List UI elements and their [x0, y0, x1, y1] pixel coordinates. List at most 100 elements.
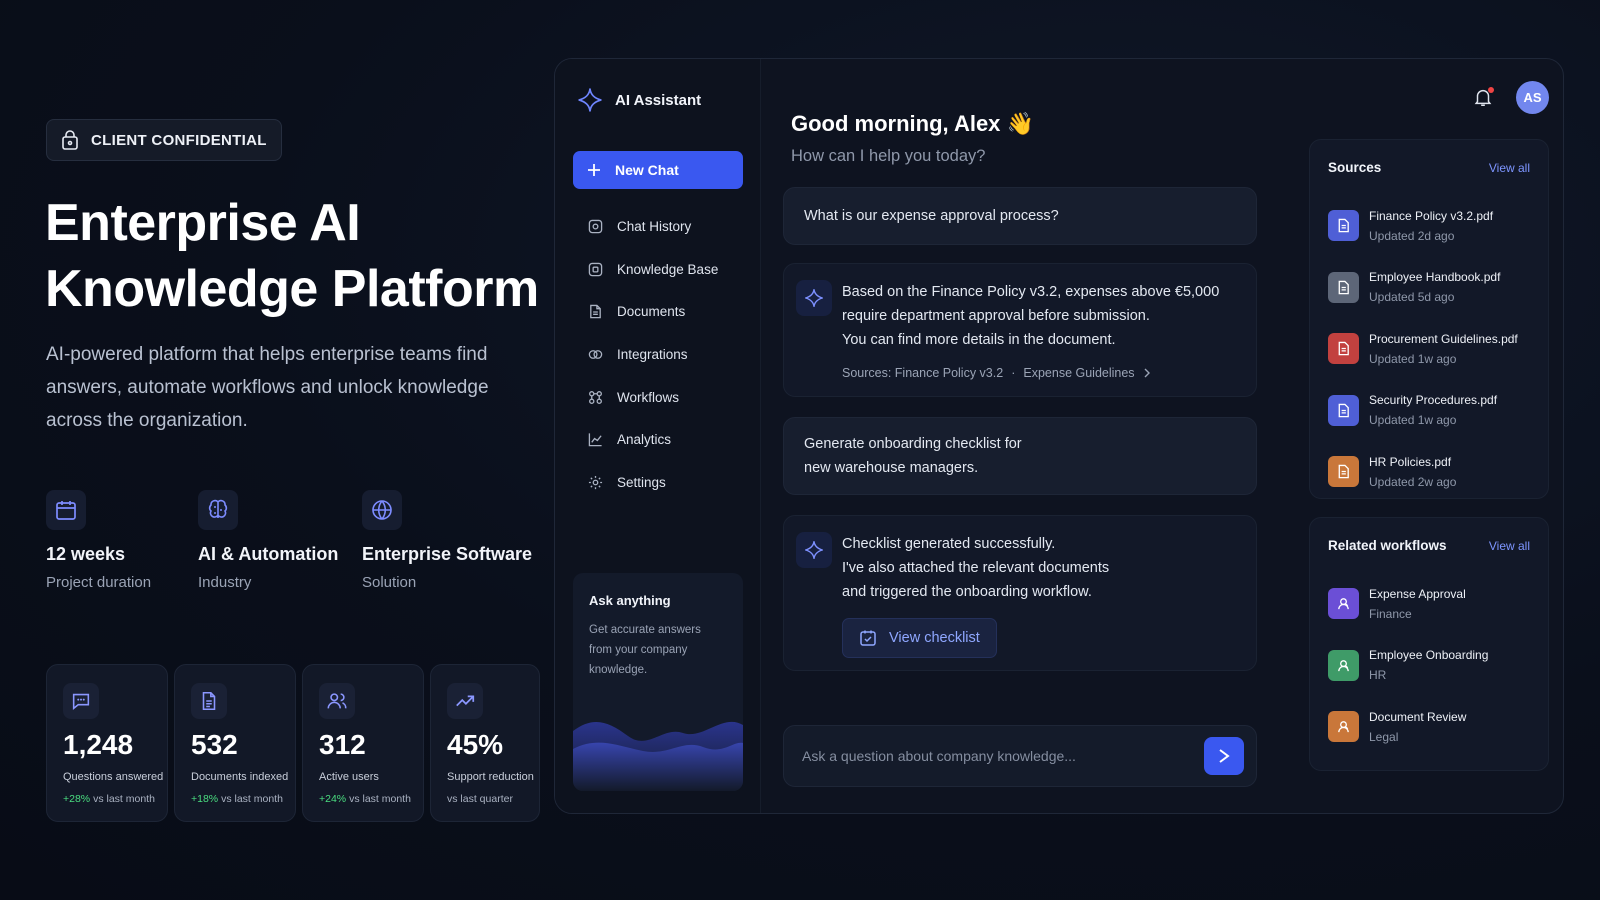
avatar[interactable]: AS	[1516, 81, 1549, 114]
integrations-icon	[588, 347, 603, 362]
workflow-item[interactable]: Document Review Legal	[1328, 696, 1530, 758]
document-icon	[588, 304, 603, 319]
source-file-item[interactable]: Employee Handbook.pdf Updated 5d ago	[1328, 257, 1530, 319]
sparkle-icon	[577, 87, 603, 113]
fact-value: AI & Automation	[198, 544, 339, 564]
fact-label: Project duration	[46, 574, 152, 591]
new-chat-label: New Chat	[615, 162, 679, 178]
notification-dot	[1488, 86, 1494, 93]
project-facts: 12 weeks Project duration AI & Automatio…	[46, 490, 542, 591]
sidebar-item-label: Knowledge Base	[617, 261, 719, 277]
source-file-item[interactable]: Security Procedures.pdf Updated 1w ago	[1328, 380, 1530, 442]
chevron-right-icon	[1143, 368, 1151, 378]
message-line: I've also attached the relevant document…	[842, 560, 1110, 576]
sidebar-item-analytics[interactable]: Analytics	[573, 418, 743, 461]
workflow-icon	[588, 390, 603, 405]
ask-anything-card: Ask anything Get accurate answers from y…	[573, 573, 743, 791]
view-checklist-label: View checklist	[889, 630, 980, 646]
user-message: Generate onboarding checklist for new wa…	[783, 417, 1257, 495]
item-subtitle: Finance	[1369, 606, 1412, 621]
message-input[interactable]	[802, 726, 1192, 786]
workflows-view-all-link[interactable]: View all	[1489, 539, 1530, 553]
sources-extra: Expense Guidelines	[1023, 366, 1135, 380]
message-line: Checklist generated successfully.	[842, 536, 1056, 552]
fact-industry: AI & Automation Industry	[198, 490, 362, 591]
sidebar-item-label: Integrations	[617, 346, 688, 362]
sparkle-icon	[796, 532, 832, 568]
item-name: Security Procedures.pdf	[1369, 393, 1498, 408]
ask-card-title: Ask anything	[589, 593, 671, 608]
item-subtitle: Updated 1w ago	[1369, 351, 1457, 366]
lock-icon	[61, 130, 79, 150]
sidebar-item-label: Analytics	[617, 432, 672, 448]
users-icon	[319, 683, 355, 719]
item-name: Expense Approval	[1369, 586, 1466, 601]
stat-card-documents: 532 Documents indexed +18% vs last month	[174, 664, 296, 822]
send-button[interactable]	[1204, 737, 1244, 775]
sidebar-item-workflows[interactable]: Workflows	[573, 376, 743, 419]
item-subtitle: Updated 2w ago	[1369, 474, 1457, 489]
greeting-subtitle: How can I help you today?	[791, 147, 986, 165]
message-text: What is our expense approval process?	[804, 208, 1059, 224]
sources-view-all-link[interactable]: View all	[1489, 161, 1530, 175]
sources-list: Finance Policy v3.2.pdf Updated 2d ago Emp…	[1328, 195, 1530, 503]
history-icon	[588, 219, 603, 234]
new-chat-button[interactable]: New Chat	[573, 151, 743, 189]
sidebar-item-integrations[interactable]: Integrations	[573, 333, 743, 376]
workflows-list: Expense Approval Finance Employee Onboardi…	[1328, 573, 1530, 758]
item-subtitle: Updated 2d ago	[1369, 228, 1455, 243]
sidebar-item-settings[interactable]: Settings	[573, 461, 743, 504]
stat-card-users: 312 Active users +24% vs last month	[302, 664, 424, 822]
send-icon	[1216, 748, 1232, 764]
message-line: and triggered the onboarding workflow.	[842, 584, 1092, 600]
stat-card-support: 45% Support reduction vs last quarter	[430, 664, 540, 822]
hero-description: AI-powered platform that helps enterpris…	[46, 344, 489, 431]
sources-citation[interactable]: Sources: Finance Policy v3.2 · Expense G…	[842, 366, 1256, 380]
workflow-item[interactable]: Expense Approval Finance	[1328, 573, 1530, 635]
sources-panel: Sources View all Finance Policy v3.2.pdf…	[1309, 139, 1549, 499]
fact-duration: 12 weeks Project duration	[46, 490, 198, 591]
stat-value: 1,248	[63, 729, 134, 760]
item-name: Procurement Guidelines.pdf	[1369, 331, 1518, 346]
item-name: Finance Policy v3.2.pdf	[1369, 208, 1494, 223]
sources-title: Sources	[1328, 160, 1382, 175]
notifications-button[interactable]	[1472, 86, 1496, 110]
fact-label: Industry	[198, 574, 252, 591]
badge-label: CLIENT CONFIDENTIAL	[91, 131, 267, 149]
sidebar-item-documents[interactable]: Documents	[573, 290, 743, 333]
source-file-item[interactable]: Finance Policy v3.2.pdf Updated 2d ago	[1328, 195, 1530, 257]
sidebar-item-knowledge-base[interactable]: Knowledge Base	[573, 248, 743, 291]
stat-delta: +28% vs last month	[63, 793, 155, 805]
plus-icon	[587, 163, 601, 177]
stat-value: 532	[191, 729, 238, 760]
stats-row: 1,248 Questions answered +28% vs last mo…	[46, 664, 540, 822]
fact-solution: Enterprise Software Solution	[362, 490, 542, 591]
view-checklist-button[interactable]: View checklist	[842, 618, 997, 658]
hero-title-line-2: Knowledge Platform	[45, 260, 539, 318]
message-line: require department approval before submi…	[842, 308, 1150, 324]
wave-illustration	[573, 721, 743, 791]
sparkle-icon	[796, 280, 832, 316]
message-line: Based on the Finance Policy v3.2, expens…	[842, 284, 1220, 300]
message-line: You can find more details in the documen…	[842, 332, 1116, 348]
stat-delta: +18% vs last month	[191, 793, 283, 805]
fact-label: Solution	[362, 574, 417, 591]
ask-card-text: Get accurate answers from your company k…	[589, 624, 701, 676]
sidebar-item-chat-history[interactable]: Chat History	[573, 205, 743, 248]
pdf-file-icon	[1328, 394, 1359, 426]
stat-card-questions: 1,248 Questions answered +28% vs last mo…	[46, 664, 168, 822]
item-subtitle: Updated 1w ago	[1369, 413, 1457, 428]
item-subtitle: Legal	[1369, 729, 1399, 744]
sidebar-item-label: Workflows	[617, 389, 680, 405]
pdf-file-icon	[1328, 333, 1359, 365]
greeting-title: Good morning, Alex 👋	[791, 111, 1034, 136]
source-file-item[interactable]: Procurement Guidelines.pdf Updated 1w ago	[1328, 318, 1530, 380]
checklist-icon	[859, 629, 877, 647]
source-file-item[interactable]: HR Policies.pdf Updated 2w ago	[1328, 441, 1530, 503]
stat-label: Active users	[319, 771, 379, 783]
item-subtitle: Updated 5d ago	[1369, 290, 1455, 305]
stat-label: Documents indexed	[191, 771, 289, 783]
workflow-item[interactable]: Employee Onboarding HR	[1328, 635, 1530, 697]
item-subtitle: HR	[1369, 668, 1387, 683]
stat-delta: vs last quarter	[447, 793, 513, 805]
